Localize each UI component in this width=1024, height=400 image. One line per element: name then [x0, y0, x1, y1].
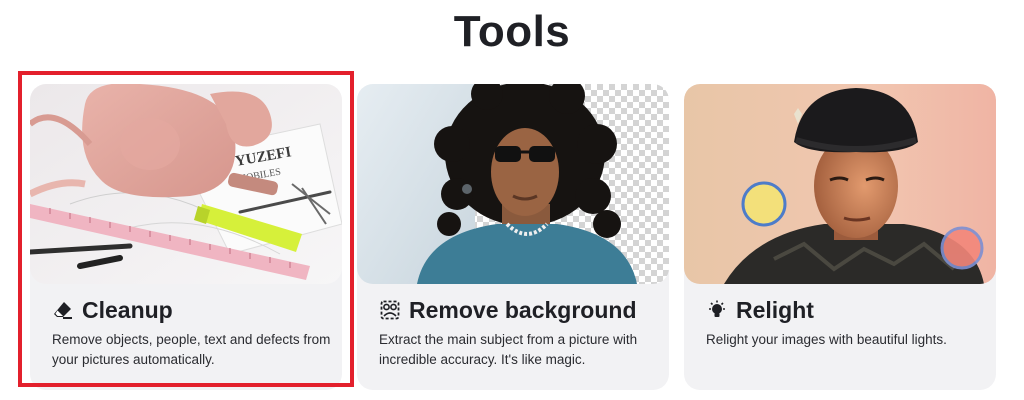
- eraser-icon: [52, 299, 74, 321]
- cleanup-description: Remove objects, people, text and defects…: [52, 332, 331, 367]
- lightbulb-icon: [706, 299, 728, 321]
- relight-title: Relight: [736, 296, 814, 323]
- tool-card-remove-background[interactable]: Remove background Extract the main subje…: [357, 84, 669, 390]
- relight-description: Relight your images with beautiful light…: [706, 332, 947, 347]
- remove-background-description: Extract the main subject from a picture …: [379, 332, 638, 367]
- tools-page: Tools YUZEFI MOBILES Cleanup Remove obje…: [0, 0, 1024, 400]
- cleanup-title: Cleanup: [82, 296, 173, 323]
- cleanup-preview-image: YUZEFI MOBILES: [30, 84, 342, 284]
- relight-card-header: Relight: [706, 295, 814, 325]
- remove-background-icon: [379, 299, 401, 321]
- remove-background-preview-image: [357, 84, 669, 284]
- page-title: Tools: [453, 7, 571, 56]
- remove-background-title: Remove background: [409, 296, 637, 323]
- cleanup-card-header: Cleanup: [52, 295, 173, 325]
- tool-card-cleanup[interactable]: YUZEFI MOBILES Cleanup Remove objects, p…: [30, 84, 342, 390]
- tool-card-relight[interactable]: Relight Relight your images with beautif…: [684, 84, 996, 390]
- remove-background-card-header: Remove background: [379, 295, 637, 325]
- relight-preview-image: [684, 84, 996, 284]
